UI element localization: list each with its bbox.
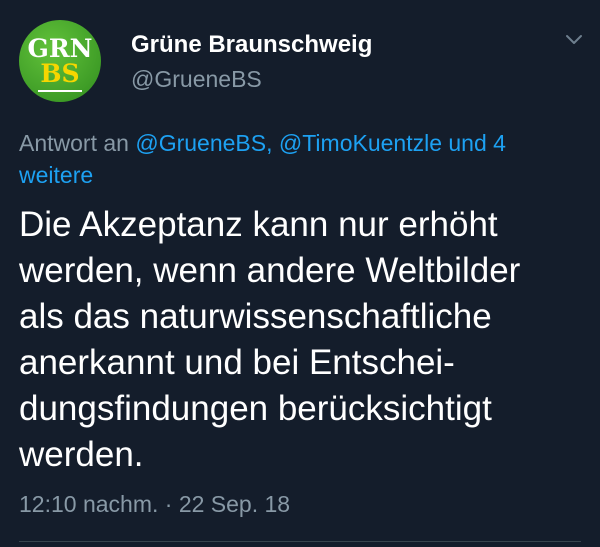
timestamp-separator: · <box>158 491 179 517</box>
reply-context: Antwort an @GrueneBS, @TimoKuentzle und … <box>19 127 579 191</box>
avatar-rule <box>38 90 82 92</box>
mention-timokuentzle[interactable]: @TimoKuentzle und 4 <box>279 130 506 156</box>
tweet-time: 12:10 nachm. <box>19 491 159 517</box>
tweet-text-line: werden, wenn andere Weltbilder <box>19 251 521 290</box>
tweet-text-line: dungsfindungen berücksichtigt <box>19 389 492 428</box>
chevron-down-icon[interactable] <box>565 34 583 46</box>
tweet: GRN BS Grüne Braunschweig @GrueneBS Antw… <box>0 0 600 547</box>
reply-prefix: Antwort an <box>19 130 136 156</box>
tweet-text-line: Die Akzeptanz kann nur erhöht <box>19 205 498 244</box>
mention-others[interactable]: weitere <box>19 162 93 188</box>
avatar-text-line2: BS <box>40 59 80 88</box>
user-handle[interactable]: @GrueneBS <box>131 66 262 93</box>
tweet-text: Die Akzeptanz kann nur erhöht werden, we… <box>19 202 589 478</box>
tweet-text-line: werden. <box>19 435 144 474</box>
tweet-text-line: anerkannt und bei Entschei- <box>19 343 455 382</box>
divider <box>19 541 581 542</box>
tweet-text-line: als das naturwissenschaftliche <box>19 297 492 336</box>
tweet-date: 22 Sep. 18 <box>178 491 291 517</box>
tweet-timestamp[interactable]: 12:10 nachm. · 22 Sep. 18 <box>19 491 290 518</box>
mention-gruenebs[interactable]: @GrueneBS, <box>135 130 272 156</box>
avatar[interactable]: GRN BS <box>19 20 101 102</box>
display-name[interactable]: Grüne Braunschweig <box>131 31 372 59</box>
